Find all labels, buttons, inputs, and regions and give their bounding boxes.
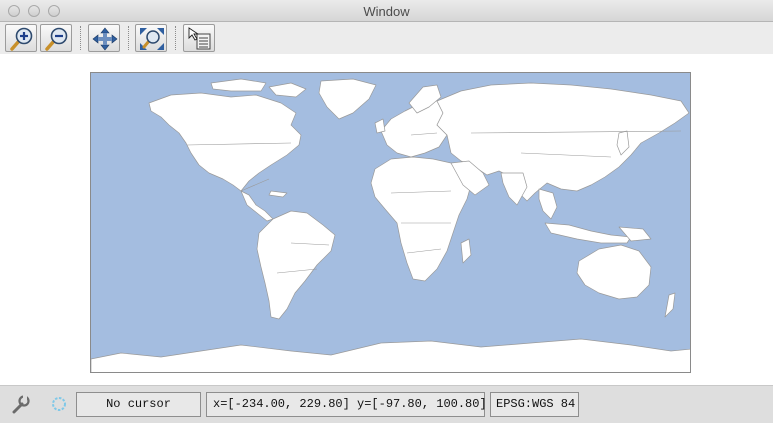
map-extent-label: x=[-234.00, 229.80] y=[-97.80, 100.80] bbox=[206, 392, 487, 417]
app-window: Window No cursor x=[-234.00, 229.80] y=[… bbox=[0, 0, 773, 423]
toolbar-separator bbox=[128, 26, 129, 50]
landmass-north-america bbox=[148, 92, 302, 192]
landmass-caribbean bbox=[268, 190, 288, 198]
landmass-antarctica bbox=[91, 338, 690, 372]
landmass-uk bbox=[374, 118, 386, 134]
window-title: Window bbox=[363, 4, 410, 19]
crs-label[interactable]: EPSG:WGS 84 bbox=[490, 392, 579, 417]
cursor-position-label: No cursor bbox=[76, 392, 201, 417]
info-select-button[interactable] bbox=[183, 24, 215, 52]
map-canvas[interactable] bbox=[90, 72, 691, 373]
landmass-africa bbox=[370, 156, 472, 282]
landmass-indonesia bbox=[544, 222, 632, 244]
map-panel[interactable] bbox=[0, 54, 773, 385]
landmass-arctic-islands bbox=[210, 78, 267, 92]
zoom-full-extent-icon bbox=[140, 28, 164, 50]
toolbar bbox=[0, 22, 773, 54]
world-map bbox=[91, 78, 690, 372]
zoom-out-button[interactable] bbox=[40, 24, 72, 52]
landmass-arctic-islands bbox=[268, 82, 307, 98]
zoom-full-extent-button[interactable] bbox=[135, 24, 167, 52]
pan-icon bbox=[92, 27, 118, 51]
landmass-southeast-asia bbox=[538, 188, 558, 220]
wrench-icon[interactable] bbox=[12, 394, 30, 414]
zoom-in-button[interactable] bbox=[5, 24, 37, 52]
info-select-icon bbox=[188, 27, 211, 50]
zoom-out-icon bbox=[45, 27, 68, 51]
toolbar-separator bbox=[80, 26, 81, 50]
pan-button[interactable] bbox=[88, 24, 120, 52]
landmass-australia bbox=[576, 244, 652, 300]
landmass-central-america bbox=[240, 190, 274, 222]
landmass-new-zealand bbox=[664, 292, 676, 318]
landmass-india bbox=[500, 172, 528, 206]
zoom-in-icon bbox=[10, 27, 33, 51]
status-bar: No cursor x=[-234.00, 229.80] y=[-97.80,… bbox=[0, 385, 773, 423]
title-bar: Window bbox=[0, 0, 773, 22]
toolbar-separator bbox=[175, 26, 176, 50]
landmass-greenland bbox=[318, 78, 377, 120]
landmass-south-america bbox=[256, 210, 336, 320]
loading-spinner-icon bbox=[52, 397, 66, 411]
landmass-madagascar bbox=[460, 238, 472, 264]
